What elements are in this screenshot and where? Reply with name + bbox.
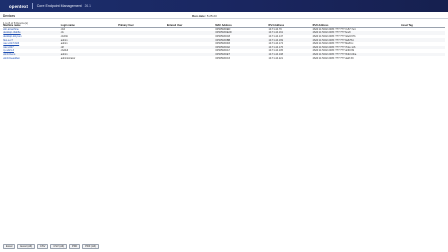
table-row[interactable]: win10neaddwn administrator 005056A5C3 10.71…	[3, 56, 445, 60]
brand-logo: opentext	[9, 3, 29, 9]
run-date-value: 5:25:23	[206, 14, 217, 18]
table-cell	[118, 56, 167, 60]
app-header: opentext Core Endpoint Management 26.1	[0, 0, 448, 12]
app-version: 26.1	[84, 4, 91, 8]
run-date-label: Run date:	[192, 14, 206, 18]
table-body: win-amachine clxh 005056A5ED 10.71.44.79 262…	[3, 28, 445, 60]
table-cell	[167, 56, 216, 60]
report-header: Devices Run date: 5:25:23	[0, 12, 448, 19]
export-button[interactable]: Excel (All)	[17, 244, 36, 249]
export-toolbar: Excel Excel (All) CSV CSV (All) PDF PDF (All)	[3, 244, 99, 249]
report-title: Devices	[3, 14, 16, 18]
export-button[interactable]: PDF (All)	[82, 244, 99, 249]
export-button[interactable]: PDF	[69, 244, 81, 249]
export-button[interactable]: Excel	[3, 244, 16, 249]
table-cell: administrator	[60, 56, 76, 60]
app-name: Core Endpoint Management	[36, 4, 82, 8]
export-button[interactable]: CSV	[37, 244, 49, 249]
run-date: Run date: 5:25:23	[192, 14, 217, 18]
table-cell: 005056A5C3	[215, 56, 231, 60]
table-cell	[401, 56, 445, 60]
table-cell: 2620:11:5002:2005::???:???:da2f:39	[312, 56, 354, 60]
devices-table: Machine name Login name Primary User Entere…	[3, 24, 445, 60]
machine-name-link[interactable]: win10neaddwn	[3, 56, 60, 60]
table-cell: 10.71.44.221	[268, 56, 284, 60]
header-divider	[32, 3, 33, 9]
export-button[interactable]: CSV (All)	[50, 244, 68, 249]
